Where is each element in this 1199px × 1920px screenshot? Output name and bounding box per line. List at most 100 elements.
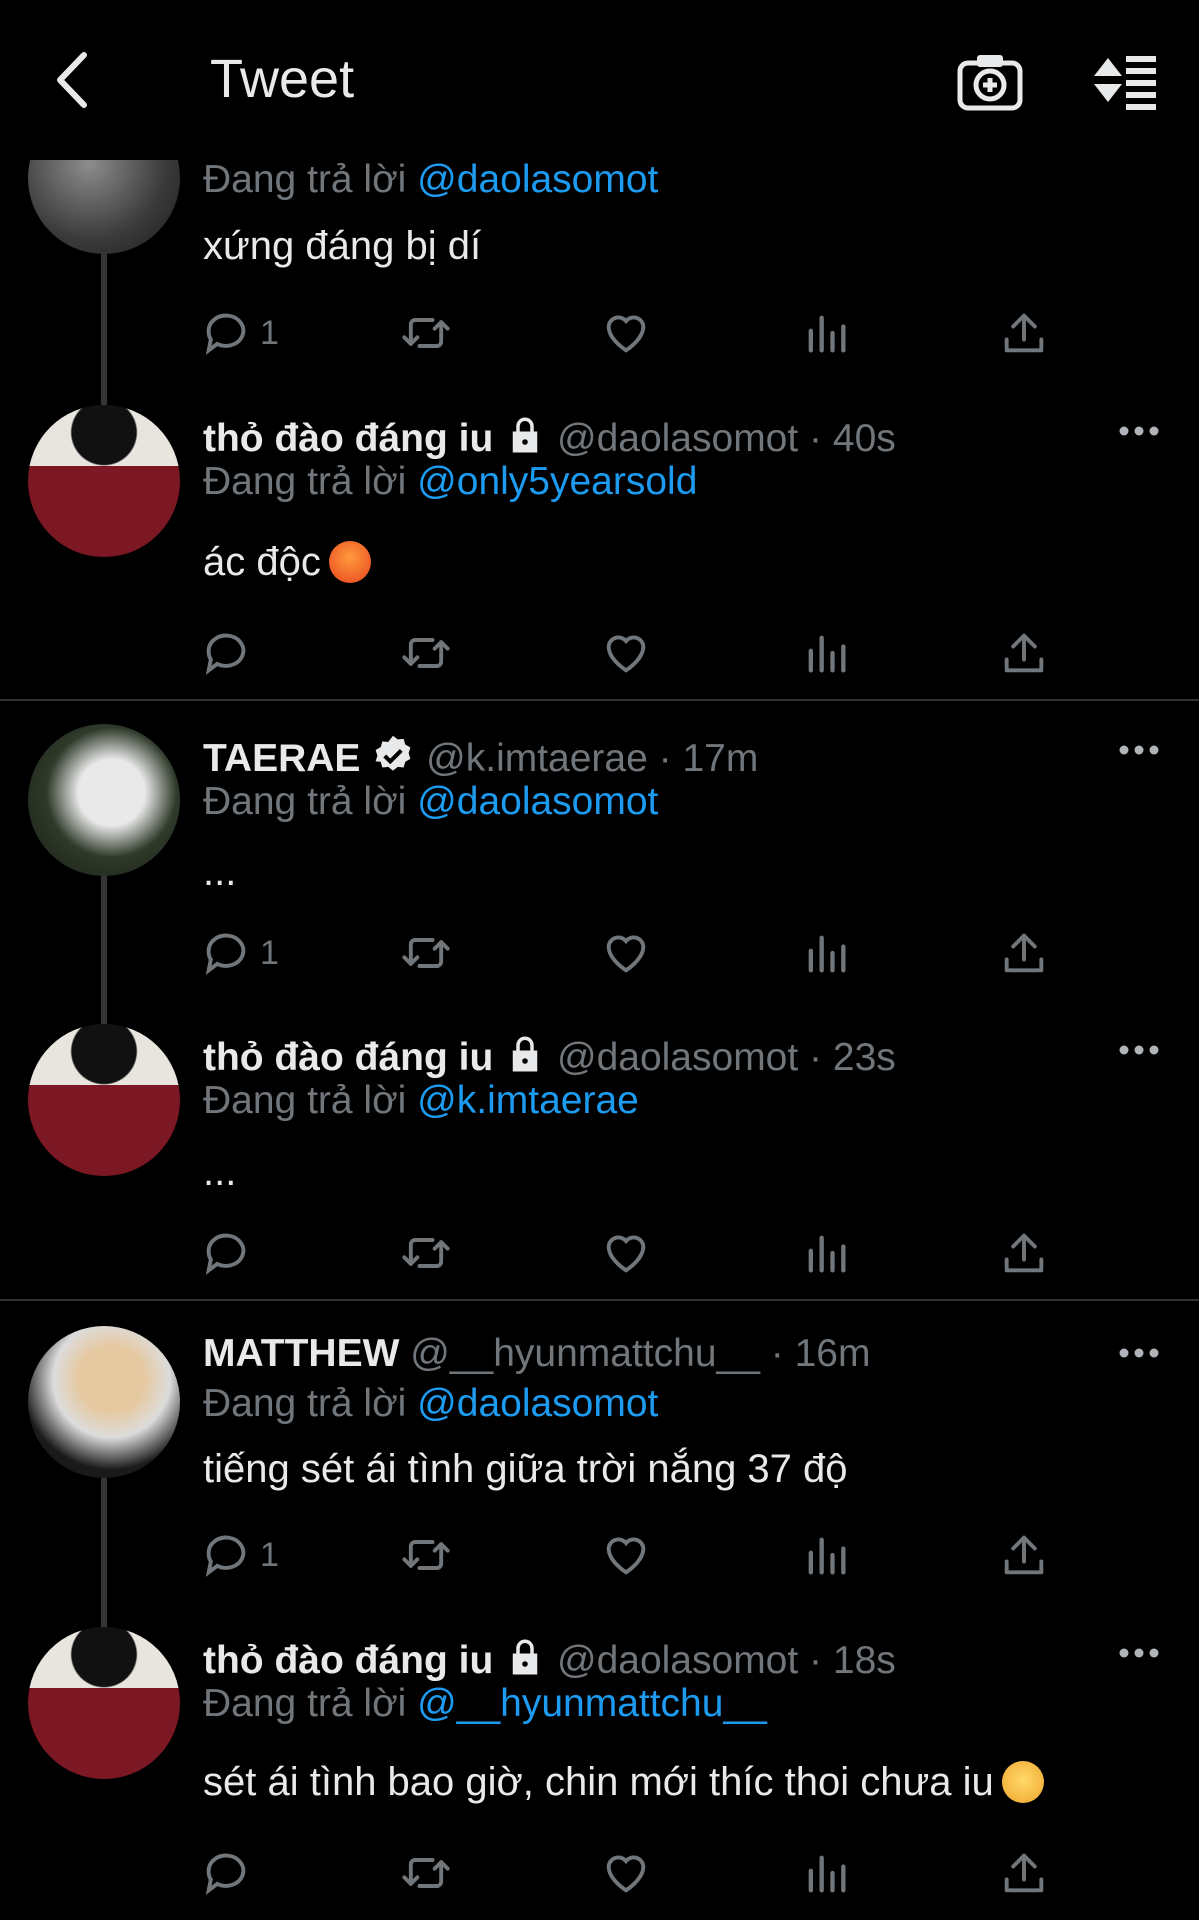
analytics-icon: [800, 627, 852, 679]
tweet-text-content: ác độc: [203, 540, 321, 584]
reply-button[interactable]: [200, 1225, 252, 1281]
share-icon: [998, 307, 1050, 359]
reply-label: Đang trả lời: [203, 460, 407, 503]
more-icon[interactable]: [1117, 1643, 1161, 1663]
divider: [0, 699, 1199, 701]
tweet-header: thỏ đào đáng iu @daolasomot · 40s: [203, 414, 896, 461]
avatar[interactable]: [28, 724, 180, 876]
tweet-actions: [200, 625, 1060, 685]
like-icon: [600, 1529, 652, 1581]
more-icon[interactable]: [1117, 740, 1161, 760]
timestamp: 16m: [794, 1332, 871, 1375]
reply-count: 1: [260, 1535, 279, 1574]
tweet-text: xứng đáng bị dí: [203, 224, 482, 268]
like-button[interactable]: [600, 625, 652, 681]
retweet-icon: [400, 307, 452, 359]
user-handle[interactable]: @daolasomot: [557, 417, 798, 460]
analytics-icon: [800, 927, 852, 979]
display-name[interactable]: thỏ đào đáng iu: [203, 417, 493, 460]
like-button[interactable]: [600, 305, 652, 361]
user-handle[interactable]: @k.imtaerae: [426, 737, 648, 780]
like-button[interactable]: [600, 925, 652, 981]
display-name[interactable]: TAERAE: [203, 737, 360, 780]
tweet-text: ...: [203, 850, 237, 894]
tweet-actions: 1: [200, 1527, 1060, 1587]
reply-mention[interactable]: @k.imtaerae: [417, 1079, 639, 1122]
analytics-icon: [800, 1847, 852, 1899]
display-name[interactable]: thỏ đào đáng iu: [203, 1639, 493, 1682]
user-handle[interactable]: @daolasomot: [557, 1036, 798, 1079]
analytics-button[interactable]: [800, 625, 852, 681]
retweet-icon: [400, 627, 452, 679]
lock-icon: [504, 414, 546, 456]
share-button[interactable]: [998, 1527, 1050, 1583]
avatar[interactable]: [28, 405, 180, 557]
analytics-icon: [800, 1529, 852, 1581]
retweet-icon: [400, 1847, 452, 1899]
reply-mention[interactable]: @daolasomot: [417, 158, 658, 201]
reply-context: Đang trả lời @only5yearsold: [203, 460, 697, 504]
share-button[interactable]: [998, 925, 1050, 981]
reply-icon: [200, 1529, 252, 1581]
share-button[interactable]: [998, 305, 1050, 361]
analytics-button[interactable]: [800, 305, 852, 361]
reply-button[interactable]: 1: [200, 1527, 279, 1583]
tweet-text: tiếng sét ái tình giữa trời nắng 37 độ: [203, 1447, 848, 1491]
reply-context: Đang trả lời @__hyunmattchu__: [203, 1682, 767, 1726]
reply-mention[interactable]: @only5yearsold: [417, 460, 697, 503]
reply-button[interactable]: [200, 625, 252, 681]
display-name[interactable]: thỏ đào đáng iu: [203, 1036, 493, 1079]
analytics-button[interactable]: [800, 1845, 852, 1901]
back-arrow-icon[interactable]: [40, 45, 110, 115]
reply-button[interactable]: 1: [200, 305, 279, 361]
avatar[interactable]: [28, 1024, 180, 1176]
page-title: Tweet: [210, 49, 355, 109]
reply-button[interactable]: 1: [200, 925, 279, 981]
camera-plus-icon[interactable]: [955, 48, 1025, 118]
retweet-button[interactable]: [400, 625, 452, 681]
retweet-button[interactable]: [400, 925, 452, 981]
share-icon: [998, 1847, 1050, 1899]
like-button[interactable]: [600, 1845, 652, 1901]
like-button[interactable]: [600, 1225, 652, 1281]
tweet-header: TAERAE @k.imtaerae · 17m: [203, 733, 758, 781]
more-icon[interactable]: [1117, 1343, 1161, 1363]
tweet-actions: 1: [200, 925, 1060, 985]
reply-mention[interactable]: @__hyunmattchu__: [417, 1682, 767, 1725]
share-button[interactable]: [998, 1225, 1050, 1281]
share-button[interactable]: [998, 1845, 1050, 1901]
reply-label: Đang trả lời: [203, 1682, 407, 1725]
display-name[interactable]: MATTHEW: [203, 1332, 399, 1375]
user-handle[interactable]: @__hyunmattchu__: [410, 1332, 760, 1375]
more-icon[interactable]: [1117, 1040, 1161, 1060]
reply-mention[interactable]: @daolasomot: [417, 1382, 658, 1425]
reply-icon: [200, 1847, 252, 1899]
avatar[interactable]: [28, 1326, 180, 1478]
retweet-icon: [400, 1529, 452, 1581]
tweet-header: thỏ đào đáng iu @daolasomot · 23s: [203, 1033, 896, 1080]
like-icon: [600, 927, 652, 979]
like-button[interactable]: [600, 1527, 652, 1583]
like-icon: [600, 307, 652, 359]
retweet-button[interactable]: [400, 305, 452, 361]
share-icon: [998, 1227, 1050, 1279]
reply-label: Đang trả lời: [203, 1382, 407, 1425]
analytics-button[interactable]: [800, 1225, 852, 1281]
reply-mention[interactable]: @daolasomot: [417, 780, 658, 823]
reply-button[interactable]: [200, 1845, 252, 1901]
retweet-button[interactable]: [400, 1845, 452, 1901]
analytics-button[interactable]: [800, 1527, 852, 1583]
like-icon: [600, 1847, 652, 1899]
sort-icon[interactable]: [1090, 48, 1160, 118]
retweet-button[interactable]: [400, 1225, 452, 1281]
analytics-button[interactable]: [800, 925, 852, 981]
avatar[interactable]: [28, 1627, 180, 1779]
timestamp: 18s: [832, 1639, 896, 1682]
tweet-header: thỏ đào đáng iu @daolasomot · 18s: [203, 1636, 896, 1683]
reply-icon: [200, 1227, 252, 1279]
user-handle[interactable]: @daolasomot: [557, 1639, 798, 1682]
more-icon[interactable]: [1117, 421, 1161, 441]
share-button[interactable]: [998, 625, 1050, 681]
retweet-button[interactable]: [400, 1527, 452, 1583]
reply-context: Đang trả lời @daolasomot: [203, 780, 658, 824]
